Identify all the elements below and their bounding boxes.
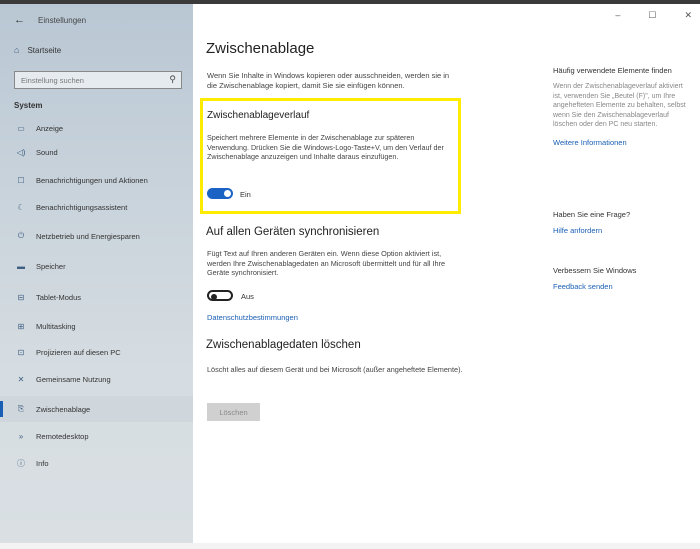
faq-link[interactable]: Weitere Informationen [553,138,693,147]
history-toggle-state: Ein [240,190,251,199]
search-placeholder: Einstellung suchen [21,76,84,85]
project-icon: ⊡ [17,347,25,357]
clear-section-title: Zwischenablagedaten löschen [206,339,361,351]
sidebar-item-focus-assist[interactable]: ☾ Benachrichtigungsassistent [0,194,193,220]
sidebar-item-remote-desktop[interactable]: » Remotedesktop [0,423,193,449]
sidebar-item-label: Gemeinsame Nutzung [36,374,111,384]
home-label: Startseite [27,45,62,55]
screen-bottom-edge [0,543,700,549]
sidebar-item-label: Benachrichtigungen und Aktionen [36,175,148,185]
improve-heading: Verbessern Sie Windows [553,266,637,275]
intro-text: Wenn Sie Inhalte in Windows kopieren ode… [207,71,450,90]
display-icon: ▭ [17,123,25,133]
history-toggle[interactable] [207,188,233,199]
improve-link[interactable]: Feedback senden [553,282,693,291]
clear-description: Löscht alles auf diesem Gerät und bei Mi… [207,365,463,374]
multitasking-icon: ⊞ [17,321,25,331]
title-bar: ← Einstellungen [0,8,193,32]
notifications-icon: ☐ [17,175,25,185]
sidebar-item-label: Multitasking [36,321,76,331]
sidebar-item-label: Netzbetrieb und Energiesparen [36,231,140,241]
sync-toggle[interactable] [207,290,233,301]
home-icon: ⌂ [14,45,20,55]
info-icon: ⓘ [17,458,25,468]
help-heading: Haben Sie eine Frage? [553,210,631,219]
sidebar-item-info[interactable]: ⓘ Info [0,450,193,476]
remote-desktop-icon: » [18,431,24,441]
toggle-knob [211,293,217,300]
sidebar-item-label: Speicher [36,261,66,271]
improve-block: Verbessern Sie Windows Feedback senden [553,266,693,291]
settings-search-input[interactable]: Einstellung suchen ⚲ [14,71,182,89]
sidebar-item-display[interactable]: ▭ Anzeige [0,115,193,141]
sync-toggle-state: Aus [241,292,254,301]
tablet-icon: ⊟ [17,292,25,302]
sidebar-item-label: Benachrichtigungsassistent [36,202,128,212]
sidebar-item-multitasking[interactable]: ⊞ Multitasking [0,313,193,339]
focus-assist-icon: ☾ [17,202,25,212]
sidebar-item-notifications[interactable]: ☐ Benachrichtigungen und Aktionen [0,167,193,193]
app-title: Einstellungen [38,16,87,25]
faq-text: Wenn der Zwischenablageverlauf aktiviert… [553,83,686,128]
sidebar-item-label: Anzeige [36,123,64,133]
sidebar-item-label: Sound [36,147,58,157]
settings-sidebar: ← Einstellungen ⌂ Startseite Einstellung… [0,4,193,543]
sync-description: Fügt Text auf Ihren anderen Geräten ein.… [207,249,446,277]
home-link[interactable]: ⌂ Startseite [14,45,61,55]
window-controls: – ☐ ✕ [615,10,692,21]
sidebar-item-tablet[interactable]: ⊟ Tablet-Modus [0,284,193,310]
sidebar-item-label: Remotedesktop [36,431,89,441]
power-icon: ⏻ [17,231,25,240]
sidebar-item-clipboard[interactable]: ⎘ Zwischenablage [0,396,193,422]
page-title: Zwischenablage [206,40,315,57]
storage-icon: ▬ [17,261,25,271]
history-section-title: Zwischenablageverlauf [207,110,310,121]
sound-icon: ◁) [16,147,26,157]
shared-icon: ✕ [17,374,25,384]
help-block: Haben Sie eine Frage? Hilfe anfordern [553,210,693,235]
clipboard-icon: ⎘ [17,404,25,413]
clear-button[interactable]: Löschen [207,403,260,421]
toggle-knob [224,190,231,197]
sidebar-item-label: Zwischenablage [36,404,91,414]
help-link[interactable]: Hilfe anfordern [553,226,693,235]
maximize-button[interactable]: ☐ [648,10,656,21]
sidebar-item-shared[interactable]: ✕ Gemeinsame Nutzung [0,366,193,392]
back-arrow-icon[interactable]: ← [14,14,25,26]
sidebar-item-storage[interactable]: ▬ Speicher [0,253,193,279]
search-icon[interactable]: ⚲ [169,74,176,85]
sidebar-item-label: Projizieren auf diesen PC [36,347,121,357]
sidebar-item-sound[interactable]: ◁) Sound [0,139,193,165]
sidebar-item-power[interactable]: ⏻ Netzbetrieb und Energiesparen [0,223,193,249]
history-description: Speichert mehrere Elemente in der Zwisch… [207,133,444,161]
sidebar-section-label: System [14,101,43,110]
faq-block: Häufig verwendete Elemente finden Wenn d… [553,66,693,147]
sidebar-item-project[interactable]: ⊡ Projizieren auf diesen PC [0,339,193,365]
close-button[interactable]: ✕ [684,10,692,21]
sidebar-item-label: Tablet-Modus [36,292,82,302]
faq-heading: Häufig verwendete Elemente finden [553,66,672,75]
privacy-link[interactable]: Datenschutzbestimmungen [207,313,298,322]
minimize-button[interactable]: – [615,10,620,21]
sync-section-title: Auf allen Geräten synchronisieren [206,226,380,238]
sidebar-item-label: Info [36,458,49,468]
